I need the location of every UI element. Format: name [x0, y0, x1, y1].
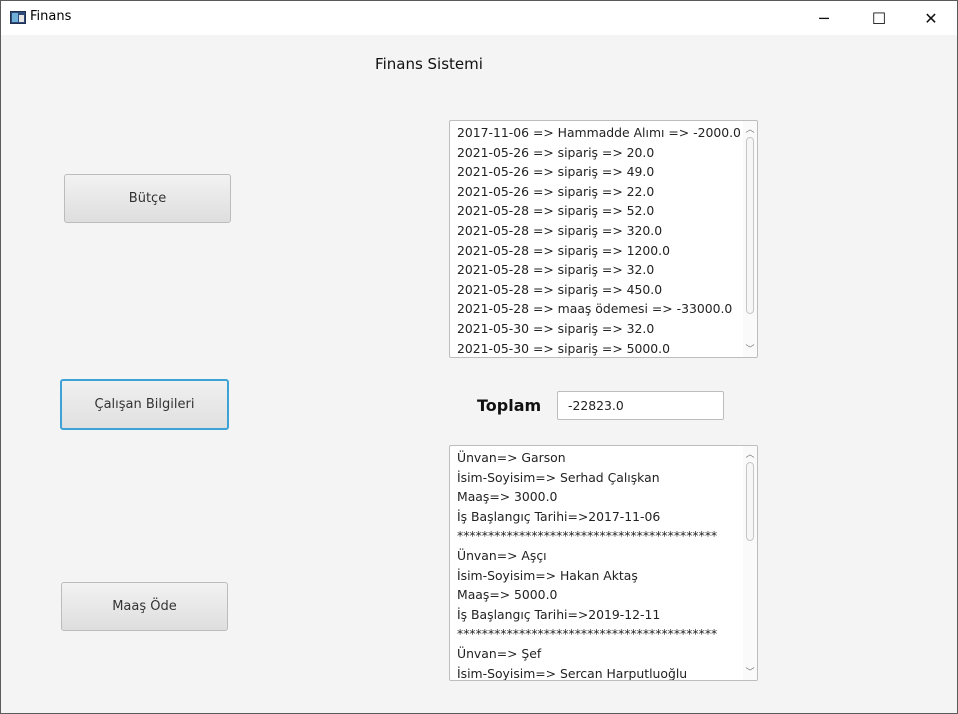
- transactions-list[interactable]: 2017-11-06 => Hammadde Alımı => -2000.0 2…: [449, 120, 758, 358]
- list-item[interactable]: Maaş=> 3000.0: [457, 487, 741, 507]
- list-item[interactable]: 2021-05-28 => sipariş => 1200.0: [457, 241, 741, 261]
- app-icon: [10, 11, 26, 24]
- list-item[interactable]: Ünvan=> Garson: [457, 448, 741, 468]
- close-button[interactable]: ✕: [908, 1, 954, 35]
- toplam-label: Toplam: [477, 396, 542, 415]
- employees-lines: Ünvan=> Garson İsim-Soyisim=> Serhad Çalı…: [457, 448, 741, 680]
- scroll-thumb[interactable]: [746, 462, 754, 541]
- scroll-up-icon[interactable]: ︿: [745, 447, 755, 460]
- app-window: Finans ─ ☐ ✕ Finans Sistemi Bütçe Çalışa…: [0, 0, 958, 714]
- list-item[interactable]: İş Başlangıç Tarihi=>2017-11-06: [457, 507, 741, 527]
- scroll-up-icon[interactable]: ︿: [745, 122, 755, 135]
- maximize-button[interactable]: ☐: [856, 1, 902, 35]
- minimize-icon: ─: [819, 8, 829, 28]
- list-item[interactable]: 2021-05-30 => sipariş => 32.0: [457, 319, 741, 339]
- maximize-icon: ☐: [871, 8, 887, 28]
- butce-button[interactable]: Bütçe: [64, 174, 231, 223]
- list-item[interactable]: 2021-05-26 => sipariş => 20.0: [457, 143, 741, 163]
- employees-scrollbar[interactable]: ︿ ﹀: [743, 446, 757, 680]
- close-icon: ✕: [924, 8, 938, 28]
- list-item[interactable]: ****************************************…: [457, 526, 741, 546]
- list-item[interactable]: Ünvan=> Aşçı: [457, 546, 741, 566]
- scroll-down-icon[interactable]: ﹀: [745, 665, 755, 678]
- transactions-lines: 2017-11-06 => Hammadde Alımı => -2000.0 2…: [457, 123, 741, 357]
- list-item[interactable]: İş Başlangıç Tarihi=>2019-12-11: [457, 605, 741, 625]
- toplam-field[interactable]: [557, 391, 724, 420]
- list-item[interactable]: İsim-Soyisim=> Hakan Aktaş: [457, 566, 741, 586]
- list-item[interactable]: ****************************************…: [457, 624, 741, 644]
- scroll-thumb[interactable]: [746, 137, 754, 314]
- title-bar[interactable]: Finans ─ ☐ ✕: [1, 1, 957, 35]
- list-item[interactable]: 2021-05-28 => sipariş => 52.0: [457, 201, 741, 221]
- list-item[interactable]: Maaş=> 5000.0: [457, 585, 741, 605]
- list-item[interactable]: 2021-05-30 => sipariş => 5000.0: [457, 339, 741, 357]
- transactions-scrollbar[interactable]: ︿ ﹀: [743, 121, 757, 357]
- calisan-bilgileri-button[interactable]: Çalışan Bilgileri: [60, 379, 229, 430]
- employees-list[interactable]: Ünvan=> Garson İsim-Soyisim=> Serhad Çalı…: [449, 445, 758, 681]
- list-item[interactable]: 2021-05-26 => sipariş => 22.0: [457, 182, 741, 202]
- list-item[interactable]: 2021-05-28 => sipariş => 450.0: [457, 280, 741, 300]
- scroll-down-icon[interactable]: ﹀: [745, 342, 755, 355]
- list-item[interactable]: 2021-05-28 => sipariş => 32.0: [457, 260, 741, 280]
- list-item[interactable]: İsim-Soyisim=> Serhad Çalışkan: [457, 468, 741, 488]
- page-title: Finans Sistemi: [375, 55, 483, 73]
- list-item[interactable]: İsim-Soyisim=> Sercan Harputluoğlu: [457, 664, 741, 680]
- minimize-button[interactable]: ─: [801, 1, 847, 35]
- window-title: Finans: [30, 9, 72, 24]
- list-item[interactable]: 2017-11-06 => Hammadde Alımı => -2000.0: [457, 123, 741, 143]
- list-item[interactable]: Ünvan=> Şef: [457, 644, 741, 664]
- list-item[interactable]: 2021-05-28 => maaş ödemesi => -33000.0: [457, 299, 741, 319]
- list-item[interactable]: 2021-05-26 => sipariş => 49.0: [457, 162, 741, 182]
- maas-ode-button[interactable]: Maaş Öde: [61, 582, 228, 631]
- list-item[interactable]: 2021-05-28 => sipariş => 320.0: [457, 221, 741, 241]
